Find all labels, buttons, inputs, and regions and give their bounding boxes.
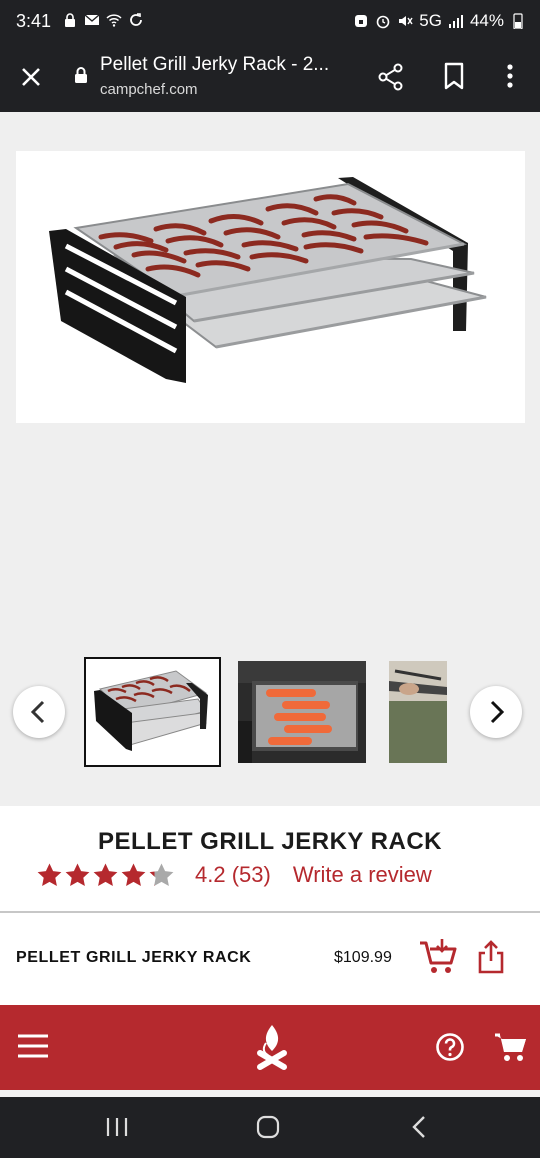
alarm-icon <box>376 15 390 29</box>
star-icon <box>37 863 62 886</box>
browser-toolbar: Pellet Grill Jerky Rack - 2... campchef.… <box>0 44 540 112</box>
browser-url[interactable]: campchef.com <box>100 81 198 98</box>
back-icon[interactable] <box>408 1114 430 1140</box>
rating-row: 4.2 (53) Write a review <box>36 860 432 890</box>
product-info: PELLET GRILL JERKY RACK 4.2 (53) Write a… <box>0 806 540 912</box>
share-icon[interactable] <box>376 62 406 92</box>
buy-bar-price: $109.99 <box>334 949 392 966</box>
chevron-right-icon <box>490 700 505 724</box>
more-options-icon[interactable] <box>498 61 522 91</box>
network-type: 5G <box>419 11 442 30</box>
share-product-icon[interactable] <box>476 939 506 975</box>
status-system-icons: 5G 44% <box>353 11 526 31</box>
add-to-cart-icon[interactable] <box>418 937 460 977</box>
chevron-left-icon <box>30 700 45 724</box>
system-navigation-bar <box>0 1097 540 1158</box>
sync-icon <box>130 13 142 26</box>
help-icon[interactable] <box>435 1032 465 1062</box>
status-notification-icons <box>62 12 144 28</box>
hamburger-menu-icon[interactable] <box>16 1031 50 1061</box>
sticky-buy-bar: PELLET GRILL JERKY RACK $109.99 <box>0 913 540 1005</box>
site-nav-bar <box>0 1005 540 1090</box>
mail-icon <box>84 14 100 25</box>
status-bar: 3:41 5G 44% <box>0 0 540 44</box>
gallery-thumbnail-3[interactable] <box>389 661 447 763</box>
close-icon[interactable] <box>18 64 44 90</box>
star-icon <box>65 863 90 886</box>
product-title: PELLET GRILL JERKY RACK <box>98 828 442 855</box>
gallery-thumbnail-2[interactable] <box>238 661 366 763</box>
wifi-calling-icon <box>106 14 122 27</box>
main-product-image[interactable] <box>16 151 525 423</box>
recent-apps-icon[interactable] <box>104 1115 130 1139</box>
campfire-logo-icon[interactable] <box>252 1023 292 1073</box>
lock-icon <box>75 67 87 83</box>
star-rating[interactable] <box>36 862 175 889</box>
buy-bar-product-name: PELLET GRILL JERKY RACK <box>16 949 252 966</box>
gallery-next-button[interactable] <box>470 686 522 738</box>
home-icon[interactable] <box>255 1114 281 1140</box>
signal-icon <box>448 15 463 28</box>
mute-icon <box>399 16 413 26</box>
status-time: 3:41 <box>16 11 52 31</box>
gallery-prev-button[interactable] <box>13 686 65 738</box>
browser-page-title[interactable]: Pellet Grill Jerky Rack - 2... <box>100 54 329 76</box>
cart-icon[interactable] <box>494 1032 528 1062</box>
alarm-lock-icon <box>355 15 368 27</box>
notification-lock-icon <box>65 13 75 27</box>
rating-summary[interactable]: 4.2 (53) <box>195 862 271 888</box>
nav-bottom-strip <box>0 1090 540 1097</box>
gallery-thumbnail-1[interactable] <box>84 657 221 767</box>
star-icon <box>121 863 146 886</box>
battery-icon <box>513 13 523 29</box>
bookmark-icon[interactable] <box>440 61 468 91</box>
star-icon <box>93 863 118 886</box>
battery-percent: 44% <box>469 11 504 30</box>
write-review-link[interactable]: Write a review <box>293 862 432 888</box>
star-icon <box>149 863 174 886</box>
